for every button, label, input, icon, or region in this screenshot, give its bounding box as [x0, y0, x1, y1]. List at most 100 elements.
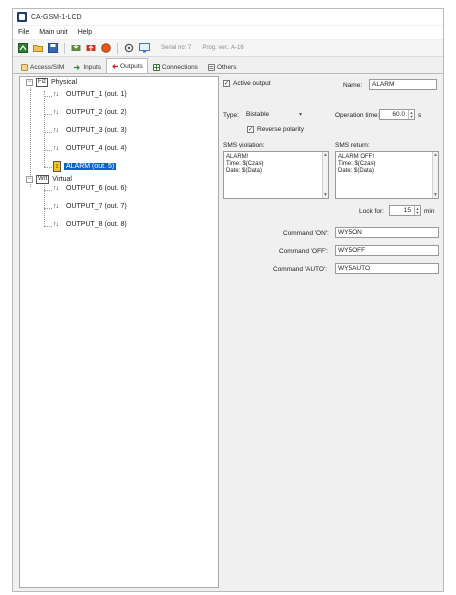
write-to-device-icon — [86, 45, 96, 51]
connections-grid-icon — [152, 63, 160, 71]
sms-violation-textarea[interactable]: ALARM! Time: $(Czas) Date: $(Data) ▲ ▼ — [223, 151, 329, 199]
operation-time-field[interactable]: 60.0 ▲ ▼ — [379, 109, 415, 120]
tree-item-label: OUTPUT_3 (out. 3) — [66, 127, 127, 134]
window-title: CA-GSM-1-LCD — [31, 13, 82, 21]
lock-for-field[interactable]: 15 ▲ ▼ — [389, 205, 421, 216]
tab-label: Outputs — [120, 62, 143, 70]
tree-item-label: OUTPUT_8 (out. 8) — [66, 221, 127, 228]
read-from-device-icon — [71, 43, 81, 51]
tree-item-label: OUTPUT_1 (out. 1) — [66, 91, 127, 98]
connect-icon — [18, 43, 28, 53]
tree-item-output-6[interactable]: ↑↓ OUTPUT_6 (out. 6) — [53, 185, 127, 192]
physical-group-icon: Fiz — [36, 78, 48, 87]
relay-output-icon: ↑↓ — [53, 145, 59, 152]
tree-item-output-3[interactable]: ↑↓ OUTPUT_3 (out. 3) — [53, 127, 127, 134]
lock-for-unit: min — [424, 208, 435, 215]
sms-return-textarea[interactable]: ALARM OFF! Time: $(Czas) Date: $(Data) ▲… — [335, 151, 439, 199]
type-label: Type: — [223, 112, 239, 119]
tree-connector — [44, 132, 52, 133]
sim-card-icon — [21, 63, 28, 71]
tree-item-output-4[interactable]: ↑↓ OUTPUT_4 (out. 4) — [53, 145, 127, 152]
tree-group-label: Physical — [51, 79, 78, 86]
tree-item-label: OUTPUT_4 (out. 4) — [66, 145, 127, 152]
tree-item-output-7[interactable]: ↑↓ OUTPUT_7 (out. 7) — [53, 203, 127, 210]
relay-output-icon: ↑↓ — [53, 109, 59, 116]
program-version-label: Prog. ver.: A-16 — [202, 45, 244, 51]
operation-time-spinner-icon[interactable]: ▲ ▼ — [408, 110, 414, 119]
command-on-field[interactable]: WY5ON — [335, 227, 439, 238]
output-arrow-icon — [112, 63, 119, 69]
scrollbar[interactable]: ▲ ▼ — [322, 152, 328, 198]
scroll-up-icon[interactable]: ▲ — [433, 152, 438, 158]
tree-item-output-8[interactable]: ↑↓ OUTPUT_8 (out. 8) — [53, 221, 127, 228]
toolbar: Serial no: 7 Prog. ver.: A-16 — [13, 40, 443, 57]
tree-group-physical[interactable]: − Fiz Physical — [26, 78, 77, 87]
tree-connector — [44, 208, 52, 209]
app-window: CA-GSM-1-LCD File Main unit Help Serial … — [12, 8, 444, 592]
tree-item-label: OUTPUT_6 (out. 6) — [66, 185, 127, 192]
tab-inputs[interactable]: Inputs — [69, 60, 106, 73]
tree-group-label: Virtual — [52, 176, 72, 183]
tree-item-label: OUTPUT_7 (out. 7) — [66, 203, 127, 210]
tree-connector — [30, 89, 31, 187]
read-button[interactable] — [70, 42, 82, 54]
menu-help[interactable]: Help — [77, 29, 93, 36]
tab-access-sim[interactable]: Access/SIM — [16, 60, 69, 73]
sms-line: Time: $(Czas) — [338, 161, 376, 167]
scroll-down-icon[interactable]: ▼ — [433, 192, 438, 198]
name-field[interactable]: ALARM — [369, 79, 437, 90]
tree-connector — [44, 226, 52, 227]
tab-connections[interactable]: Connections — [148, 60, 203, 73]
sms-line: ALARM! — [226, 154, 249, 160]
sms-violation-label: SMS violation: — [223, 142, 265, 149]
scroll-down-icon[interactable]: ▼ — [323, 192, 328, 198]
collapse-toggle-icon[interactable]: − — [26, 176, 33, 183]
tab-label: Others — [216, 63, 237, 71]
tree-connector — [44, 114, 52, 115]
active-output-row[interactable]: ✓ Active output — [223, 80, 271, 87]
tab-others[interactable]: Others — [203, 60, 242, 73]
open-button[interactable] — [32, 42, 44, 54]
others-list-icon — [207, 63, 215, 71]
write-button[interactable] — [85, 42, 97, 54]
active-output-checkbox[interactable]: ✓ — [223, 80, 230, 87]
virtual-group-icon: Wrt — [36, 175, 50, 184]
tree-item-output-2[interactable]: ↑↓ OUTPUT_2 (out. 2) — [53, 109, 127, 116]
connect-button[interactable] — [17, 42, 29, 54]
sms-line: Time: $(Czas) — [226, 161, 264, 167]
monitor-button[interactable] — [138, 42, 150, 54]
chevron-down-icon[interactable]: ▾ — [299, 111, 302, 118]
command-off-field[interactable]: WY5OFF — [335, 245, 439, 256]
save-button[interactable] — [47, 42, 59, 54]
type-value: Bistable — [246, 111, 270, 118]
monitor-icon — [138, 43, 150, 53]
command-auto-field[interactable]: WY5AUTO — [335, 263, 439, 274]
collapse-toggle-icon[interactable]: − — [26, 79, 33, 86]
tab-outputs[interactable]: Outputs — [106, 58, 148, 73]
alarm-output-icon: ↕ — [53, 161, 61, 172]
menu-file[interactable]: File — [17, 29, 30, 36]
tree-item-output-1[interactable]: ↑↓ OUTPUT_1 (out. 1) — [53, 91, 127, 98]
tree-group-virtual[interactable]: − Wrt Virtual — [26, 175, 72, 184]
settings-button[interactable] — [123, 42, 135, 54]
lock-for-spinner-icon[interactable]: ▲ ▼ — [414, 206, 420, 215]
reverse-polarity-checkbox[interactable]: ✓ — [247, 126, 254, 133]
stop-button[interactable] — [100, 42, 112, 54]
tab-strip: Access/SIM Inputs Outputs Connections Ot… — [13, 58, 443, 73]
scrollbar[interactable]: ▲ ▼ — [432, 152, 438, 198]
tree-item-alarm[interactable]: ↕ ALARM (out. 5) — [53, 161, 117, 172]
scroll-up-icon[interactable]: ▲ — [323, 152, 328, 158]
sms-line: Date: $(Data) — [226, 168, 263, 174]
type-select[interactable]: Bistable — [243, 109, 303, 120]
menu-bar: File Main unit Help — [13, 26, 443, 39]
active-output-label: Active output — [233, 80, 271, 87]
menu-main-unit[interactable]: Main unit — [38, 29, 68, 36]
reverse-polarity-row[interactable]: ✓ Reverse polarity — [247, 126, 304, 133]
toolbar-separator — [64, 42, 65, 54]
tree-connector — [44, 150, 52, 151]
command-auto-label: Command 'AUTO': — [273, 266, 328, 273]
sms-return-label: SMS return: — [335, 142, 370, 149]
input-arrow-icon — [74, 64, 81, 70]
name-label: Name: — [343, 82, 363, 89]
outputs-tree[interactable]: − Fiz Physical ↑↓ OUTPUT_1 (out. 1) ↑↓ O… — [19, 76, 219, 588]
